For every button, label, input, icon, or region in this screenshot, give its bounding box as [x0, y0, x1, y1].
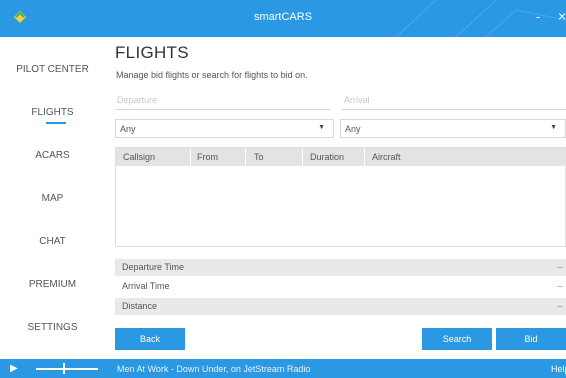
sidebar-item-chat[interactable]: CHAT — [0, 236, 105, 247]
help-link[interactable]: Help — [551, 364, 566, 374]
column-divider — [302, 148, 303, 166]
arrival-select[interactable]: Any ▼ — [340, 119, 566, 138]
departure-input[interactable]: Departure — [115, 91, 330, 110]
back-button[interactable]: Back — [115, 328, 185, 350]
page-subtitle: Manage bid flights or search for flights… — [116, 70, 308, 80]
close-button[interactable]: × — [558, 8, 566, 24]
sidebar-item-settings[interactable]: SETTINGS — [0, 322, 105, 333]
arrival-time-label: Arrival Time — [122, 281, 170, 291]
arrival-time-row: Arrival Time -- — [115, 278, 566, 295]
title-bar: smartCARS - × — [0, 0, 566, 37]
volume-slider-track[interactable] — [36, 368, 98, 370]
bid-button[interactable]: Bid — [496, 328, 566, 350]
sidebar-item-premium[interactable]: PREMIUM — [0, 279, 105, 290]
volume-slider-handle[interactable] — [63, 363, 65, 374]
departure-time-label: Departure Time — [122, 262, 185, 272]
window-title: smartCARS — [253, 11, 313, 23]
main-panel: FLIGHTS Manage bid flights or search for… — [105, 37, 566, 359]
play-icon[interactable]: ▶ — [10, 363, 18, 374]
column-divider — [190, 148, 191, 166]
column-from[interactable]: From — [197, 152, 218, 162]
arrival-select-value: Any — [345, 124, 361, 134]
player-bar: ▶ Men At Work - Down Under, on JetStream… — [0, 359, 566, 378]
column-to[interactable]: To — [254, 152, 264, 162]
sidebar-item-acars[interactable]: ACARS — [0, 150, 105, 161]
column-divider — [245, 148, 246, 166]
search-button[interactable]: Search — [422, 328, 492, 350]
chevron-down-icon: ▼ — [318, 124, 325, 131]
column-callsign[interactable]: Callsign — [123, 152, 155, 162]
column-aircraft[interactable]: Aircraft — [372, 152, 401, 162]
sidebar-item-pilot-center[interactable]: PILOT CENTER — [0, 64, 105, 75]
arrival-input[interactable]: Arrival — [342, 91, 566, 110]
chevron-down-icon: ▼ — [550, 124, 557, 131]
distance-label: Distance — [122, 301, 158, 311]
departure-time-row: Departure Time -- — [115, 259, 566, 276]
distance-value: -- — [557, 301, 563, 311]
distance-row: Distance -- — [115, 298, 566, 315]
sidebar-item-flights[interactable]: FLIGHTS — [0, 107, 105, 118]
now-playing-text: Men At Work - Down Under, on JetStream R… — [117, 364, 311, 374]
table-header: Callsign From To Duration Aircraft — [116, 148, 566, 166]
departure-time-value: -- — [557, 262, 563, 272]
sidebar-item-map[interactable]: MAP — [0, 193, 105, 204]
sidebar: PILOT CENTER FLIGHTS ACARS MAP CHAT PREM… — [0, 37, 105, 359]
flights-table[interactable]: Callsign From To Duration Aircraft — [115, 147, 566, 247]
active-tab-indicator — [46, 122, 66, 124]
column-duration[interactable]: Duration — [310, 152, 344, 162]
page-title: FLIGHTS — [115, 43, 189, 62]
departure-select[interactable]: Any ▼ — [115, 119, 334, 138]
column-divider — [364, 148, 365, 166]
minimize-button[interactable]: - — [536, 9, 540, 24]
arrival-time-value: -- — [557, 281, 563, 291]
departure-select-value: Any — [120, 124, 136, 134]
